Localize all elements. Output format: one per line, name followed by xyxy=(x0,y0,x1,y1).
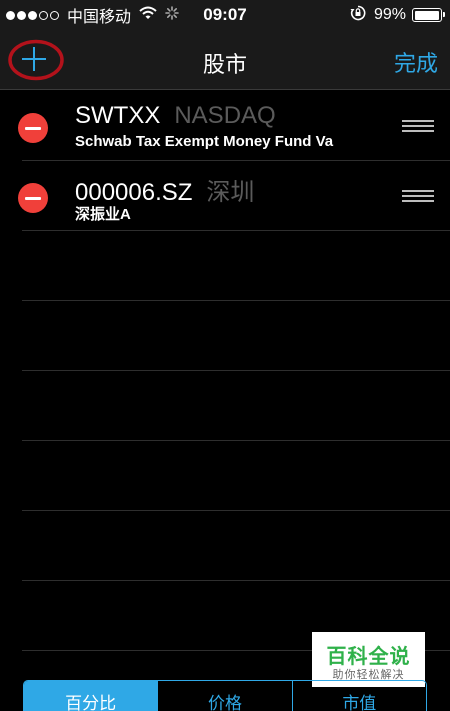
minus-circle-icon[interactable] xyxy=(18,113,48,143)
empty-row xyxy=(22,301,450,371)
watermark-title: 百科全说 xyxy=(326,646,411,668)
stock-title: SWTXX NASDAQ xyxy=(75,102,276,130)
segment-percent[interactable]: 百分比 xyxy=(24,681,159,711)
done-button[interactable]: 完成 xyxy=(394,46,438,78)
empty-row xyxy=(22,511,450,581)
display-mode-segmented-control: 百分比 价格 市值 xyxy=(23,680,427,711)
page-title: 股市 xyxy=(202,52,247,77)
reorder-grip-icon[interactable] xyxy=(402,120,434,132)
empty-row xyxy=(22,231,450,301)
stock-title: 000006.SZ 深圳 xyxy=(75,172,254,207)
stock-symbol: SWTXX xyxy=(75,102,161,129)
minus-circle-icon[interactable] xyxy=(18,183,48,213)
stock-symbol: 000006.SZ xyxy=(75,179,193,206)
stock-exchange: NASDAQ xyxy=(174,102,276,129)
list-item: 000006.SZ 深圳 深振业A xyxy=(18,161,450,231)
stock-name: 深振业A xyxy=(75,206,131,223)
stock-list: SWTXX NASDAQ Schwab Tax Exempt Money Fund… xyxy=(0,91,450,711)
stock-name: Schwab Tax Exempt Money Fund Va xyxy=(75,133,334,150)
nav-bar: 股市 完成 xyxy=(0,30,450,90)
status-bar: 中国移动 09:07 99% xyxy=(0,0,450,30)
battery-percent: 99% xyxy=(373,6,406,23)
empty-row xyxy=(22,441,450,511)
watermark-logo: 百科全说 助你轻松解决 xyxy=(312,632,425,687)
status-right: 99% xyxy=(350,5,445,26)
segment-price[interactable]: 价格 xyxy=(158,681,293,711)
list-item: SWTXX NASDAQ Schwab Tax Exempt Money Fund… xyxy=(18,91,450,161)
segment-market-cap[interactable]: 市值 xyxy=(293,681,426,711)
stock-exchange: 深圳 xyxy=(206,179,255,206)
rotation-lock-icon xyxy=(350,5,366,26)
battery-icon xyxy=(412,8,445,22)
reorder-grip-icon[interactable] xyxy=(402,190,434,202)
empty-row xyxy=(22,371,450,441)
